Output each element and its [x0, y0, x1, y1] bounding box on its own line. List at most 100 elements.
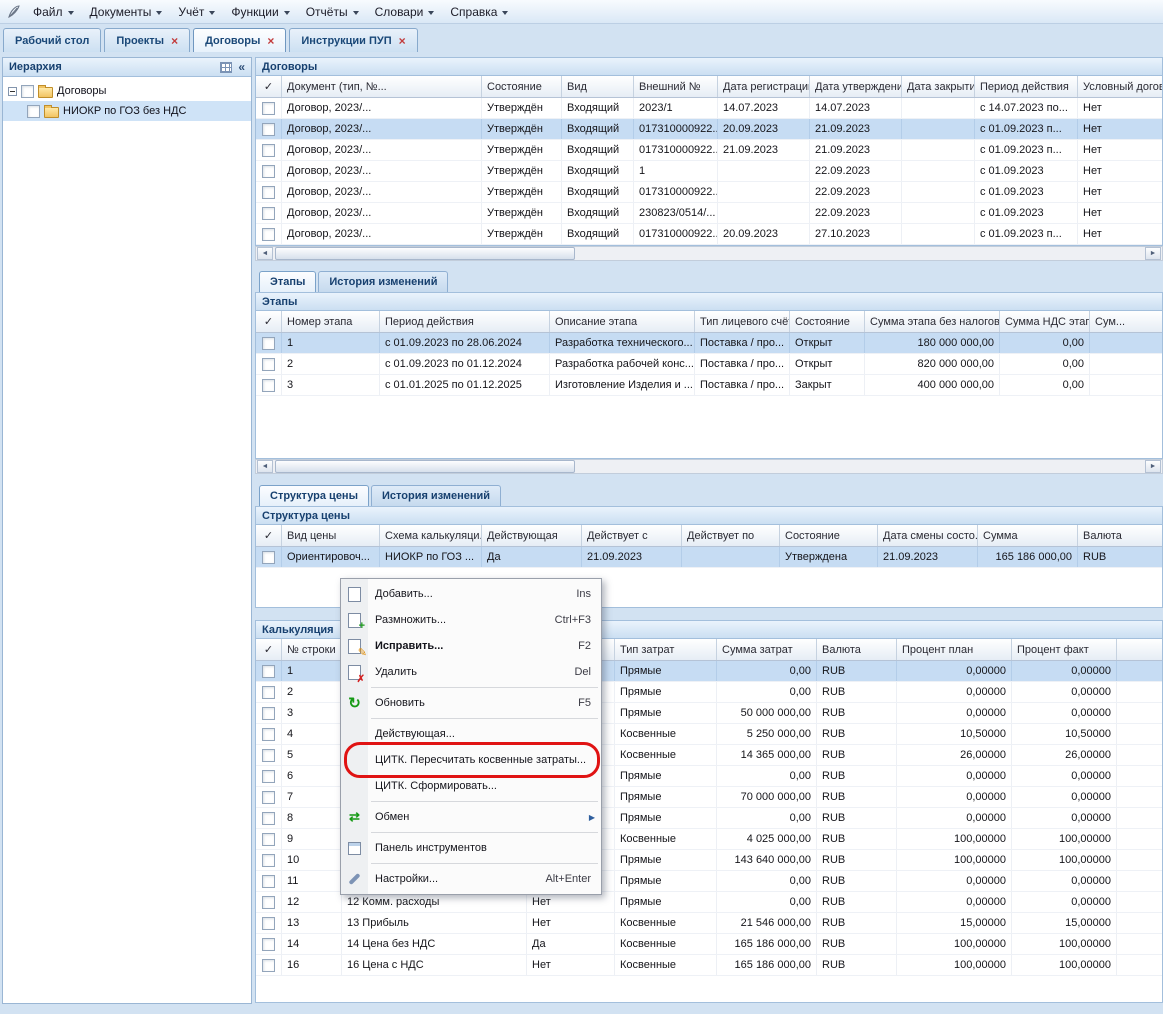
column-header[interactable]: Сум... — [1090, 311, 1163, 332]
column-header[interactable]: Сумма этапа без налогов — [865, 311, 1000, 332]
row-checkbox[interactable] — [262, 917, 275, 930]
column-header[interactable]: Валюта — [817, 639, 897, 660]
tab-price-history[interactable]: История изменений — [371, 485, 501, 506]
scroll-left-button[interactable]: ◄ — [257, 460, 273, 473]
scrollbar-track[interactable] — [274, 460, 1144, 473]
table-row[interactable]: 1212 Комм. расходыНетПрямые0,00RUB0,0000… — [256, 892, 1162, 913]
column-header[interactable]: ✓ — [256, 525, 282, 546]
stages-h-scrollbar[interactable]: ◄ ► — [255, 459, 1163, 474]
table-row[interactable]: Договор, 2023/...УтверждёнВходящий017310… — [256, 119, 1162, 140]
column-header[interactable]: Действует с — [582, 525, 682, 546]
scrollbar-thumb[interactable] — [275, 460, 575, 473]
column-header[interactable]: Дата утверждения — [810, 76, 902, 97]
column-header[interactable]: Тип лицевого счёт... — [695, 311, 790, 332]
menubar-item-documents[interactable]: Документы — [82, 2, 171, 22]
column-header[interactable]: Вид — [562, 76, 634, 97]
context-menu-item-settings[interactable]: Настройки...Alt+Enter — [341, 866, 601, 892]
table-row[interactable]: 3с 01.01.2025 по 01.12.2025Изготовление … — [256, 375, 1162, 396]
menubar-item-file[interactable]: Файл — [25, 2, 82, 22]
tab-desktop[interactable]: Рабочий стол — [3, 28, 101, 52]
row-checkbox[interactable] — [262, 102, 275, 115]
tree-item-checkbox[interactable] — [21, 85, 34, 98]
row-checkbox[interactable] — [262, 707, 275, 720]
row-checkbox[interactable] — [262, 551, 275, 564]
table-row[interactable]: 1313 ПрибыльНетКосвенные21 546 000,00RUB… — [256, 913, 1162, 934]
column-header[interactable]: Условный догов... — [1078, 76, 1163, 97]
menubar-item-accounting[interactable]: Учёт — [170, 2, 223, 22]
tab-contracts[interactable]: Договоры× — [193, 28, 286, 52]
column-header[interactable]: Описание этапа — [550, 311, 695, 332]
column-header[interactable]: Номер этапа — [282, 311, 380, 332]
table-row[interactable]: Договор, 2023/...УтверждёнВходящий017310… — [256, 224, 1162, 245]
row-checkbox[interactable] — [262, 123, 275, 136]
column-header[interactable]: Сумма затрат — [717, 639, 817, 660]
context-menu-item-exchange[interactable]: Обмен▶ — [341, 804, 601, 830]
context-menu-item-toolbar-panel[interactable]: Панель инструментов — [341, 835, 601, 861]
tab-projects[interactable]: Проекты× — [104, 28, 190, 52]
column-header[interactable]: Период действия — [380, 311, 550, 332]
tab-price-structure[interactable]: Структура цены — [259, 485, 369, 506]
tab-stages-history[interactable]: История изменений — [318, 271, 448, 292]
scrollbar-thumb[interactable] — [275, 247, 575, 260]
row-checkbox[interactable] — [262, 665, 275, 678]
column-header[interactable]: Внешний № — [634, 76, 718, 97]
scroll-left-button[interactable]: ◄ — [257, 247, 273, 260]
row-checkbox[interactable] — [262, 379, 275, 392]
row-checkbox[interactable] — [262, 358, 275, 371]
row-checkbox[interactable] — [262, 812, 275, 825]
menubar-item-functions[interactable]: Функции — [223, 2, 297, 22]
row-checkbox[interactable] — [262, 686, 275, 699]
context-menu-item-refresh[interactable]: ОбновитьF5 — [341, 690, 601, 716]
column-header[interactable]: Действует по — [682, 525, 780, 546]
row-checkbox[interactable] — [262, 938, 275, 951]
column-header[interactable]: ✓ — [256, 76, 282, 97]
table-row[interactable]: 1616 Цена с НДСНетКосвенные165 186 000,0… — [256, 955, 1162, 976]
tree-expander-icon[interactable] — [8, 87, 17, 96]
table-row[interactable]: 1с 01.09.2023 по 28.06.2024Разработка те… — [256, 333, 1162, 354]
row-checkbox[interactable] — [262, 896, 275, 909]
column-header[interactable]: Схема калькуляци... — [380, 525, 482, 546]
table-row[interactable]: Договор, 2023/...УтверждёнВходящий122.09… — [256, 161, 1162, 182]
column-header[interactable]: ✓ — [256, 639, 282, 660]
context-menu-item-citk-recalc[interactable]: ЦИТК. Пересчитать косвенные затраты... — [341, 747, 601, 773]
tab-close-icon[interactable]: × — [171, 36, 178, 46]
column-header[interactable]: Дата смены состо... — [878, 525, 978, 546]
tab-pup-instructions[interactable]: Инструкции ПУП× — [289, 28, 417, 52]
column-header[interactable]: № строки — [282, 639, 342, 660]
row-checkbox[interactable] — [262, 770, 275, 783]
column-header[interactable]: ✓ — [256, 311, 282, 332]
tree-item-niokr[interactable]: НИОКР по ГОЗ без НДС — [3, 101, 251, 121]
table-row[interactable]: 1414 Цена без НДСДаКосвенные165 186 000,… — [256, 934, 1162, 955]
row-checkbox[interactable] — [262, 959, 275, 972]
column-header[interactable]: Состояние — [780, 525, 878, 546]
table-row[interactable]: Договор, 2023/...УтверждёнВходящий230823… — [256, 203, 1162, 224]
tab-close-icon[interactable]: × — [399, 36, 406, 46]
context-menu-item-edit[interactable]: Исправить...F2 — [341, 633, 601, 659]
column-header[interactable]: Тип затрат — [615, 639, 717, 660]
context-menu-item-current[interactable]: Действующая... — [341, 721, 601, 747]
column-header[interactable]: Состояние — [482, 76, 562, 97]
tab-stages[interactable]: Этапы — [259, 271, 316, 292]
column-header[interactable]: Документ (тип, №... — [282, 76, 482, 97]
context-menu-item-duplicate[interactable]: Размножить...Ctrl+F3 — [341, 607, 601, 633]
row-checkbox[interactable] — [262, 749, 275, 762]
column-header[interactable]: Дата закрытия — [902, 76, 975, 97]
column-header[interactable]: Валюта — [1078, 525, 1163, 546]
contracts-h-scrollbar[interactable]: ◄ ► — [255, 246, 1163, 261]
context-menu-item-delete[interactable]: УдалитьDel — [341, 659, 601, 685]
menubar-item-reports[interactable]: Отчёты — [298, 2, 367, 22]
scroll-right-button[interactable]: ► — [1145, 247, 1161, 260]
scrollbar-track[interactable] — [274, 247, 1144, 260]
row-checkbox[interactable] — [262, 791, 275, 804]
row-checkbox[interactable] — [262, 875, 275, 888]
table-row[interactable]: Договор, 2023/...УтверждёнВходящий017310… — [256, 182, 1162, 203]
menubar-item-dictionaries[interactable]: Словари — [367, 2, 443, 22]
column-header[interactable]: Состояние — [790, 311, 865, 332]
column-header[interactable]: Процент план — [897, 639, 1012, 660]
context-menu-item-citk-form[interactable]: ЦИТК. Сформировать... — [341, 773, 601, 799]
scroll-right-button[interactable]: ► — [1145, 460, 1161, 473]
row-checkbox[interactable] — [262, 833, 275, 846]
row-checkbox[interactable] — [262, 186, 275, 199]
collapse-panel-icon[interactable]: « — [238, 62, 245, 73]
column-header[interactable]: Дата регистрации — [718, 76, 810, 97]
